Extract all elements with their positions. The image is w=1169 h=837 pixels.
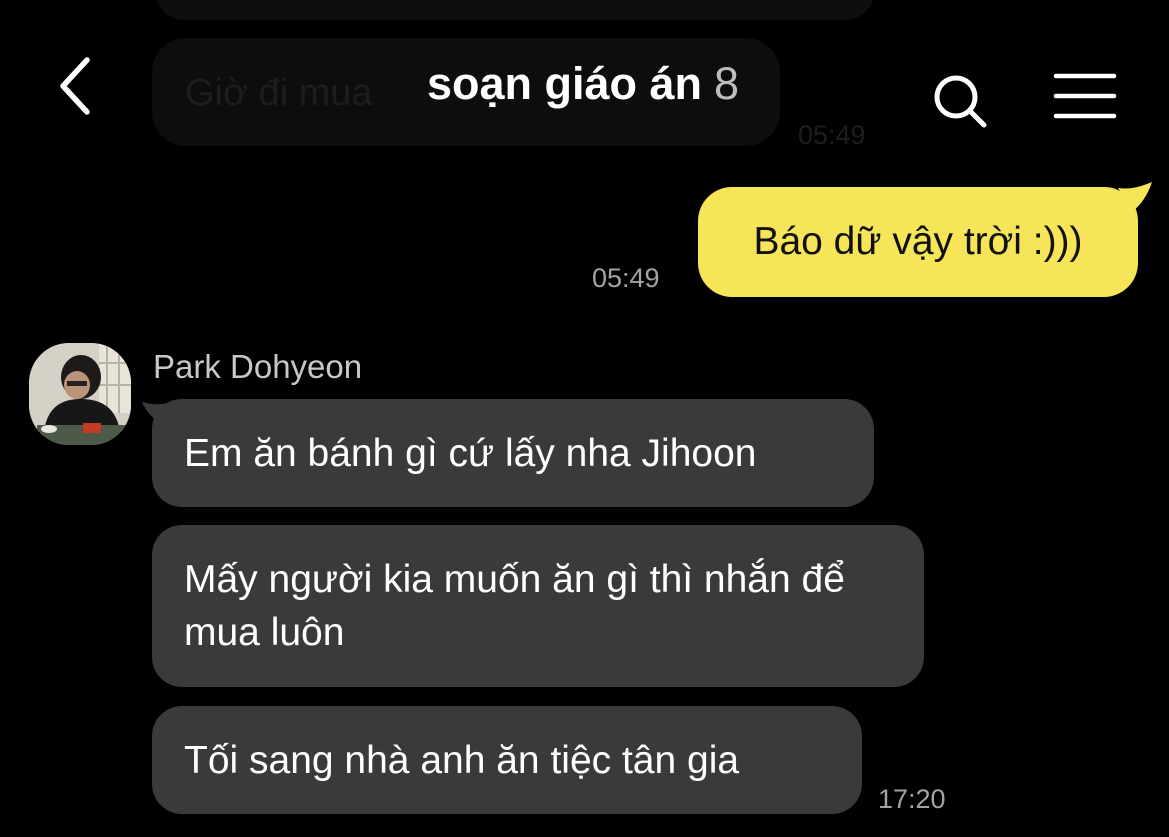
incoming-message-bubble[interactable]: Mấy người kia muốn ăn gì thì nhắn để mua… [152,525,924,687]
message-text: Em ăn bánh gì cứ lấy nha Jihoon [184,432,757,475]
message-timestamp: 17:20 [878,784,946,814]
back-button[interactable] [40,48,110,124]
message-timestamp: 05:49 [592,263,660,293]
background-message-time: 05:49 [798,120,866,150]
message-text: Báo dữ vậy trời :))) [753,220,1083,263]
chat-title: soạn giáo án 8 [300,58,866,110]
profile-photo [29,343,131,445]
message-text: Tối sang nhà anh ăn tiệc tân gia [184,739,740,782]
message-text: Mấy người kia muốn ăn gì thì nhắn để mua… [184,558,845,654]
search-icon [934,75,987,128]
hamburger-menu-icon [1053,73,1117,119]
chevron-left-icon [60,57,90,115]
menu-button[interactable] [1050,68,1120,124]
avatar[interactable] [29,343,131,445]
search-button[interactable] [928,70,992,130]
incoming-message-bubble[interactable]: Em ăn bánh gì cứ lấy nha Jihoon [152,399,874,507]
background-message-bubble [155,0,875,20]
incoming-message-bubble[interactable]: Tối sang nhà anh ăn tiệc tân gia [152,706,862,814]
sender-name: Park Dohyeon [153,348,363,385]
member-count: 8 [714,58,740,109]
outgoing-message-bubble[interactable]: Báo dữ vậy trời :))) [698,187,1138,297]
chat-room-name: soạn giáo án [426,58,703,109]
